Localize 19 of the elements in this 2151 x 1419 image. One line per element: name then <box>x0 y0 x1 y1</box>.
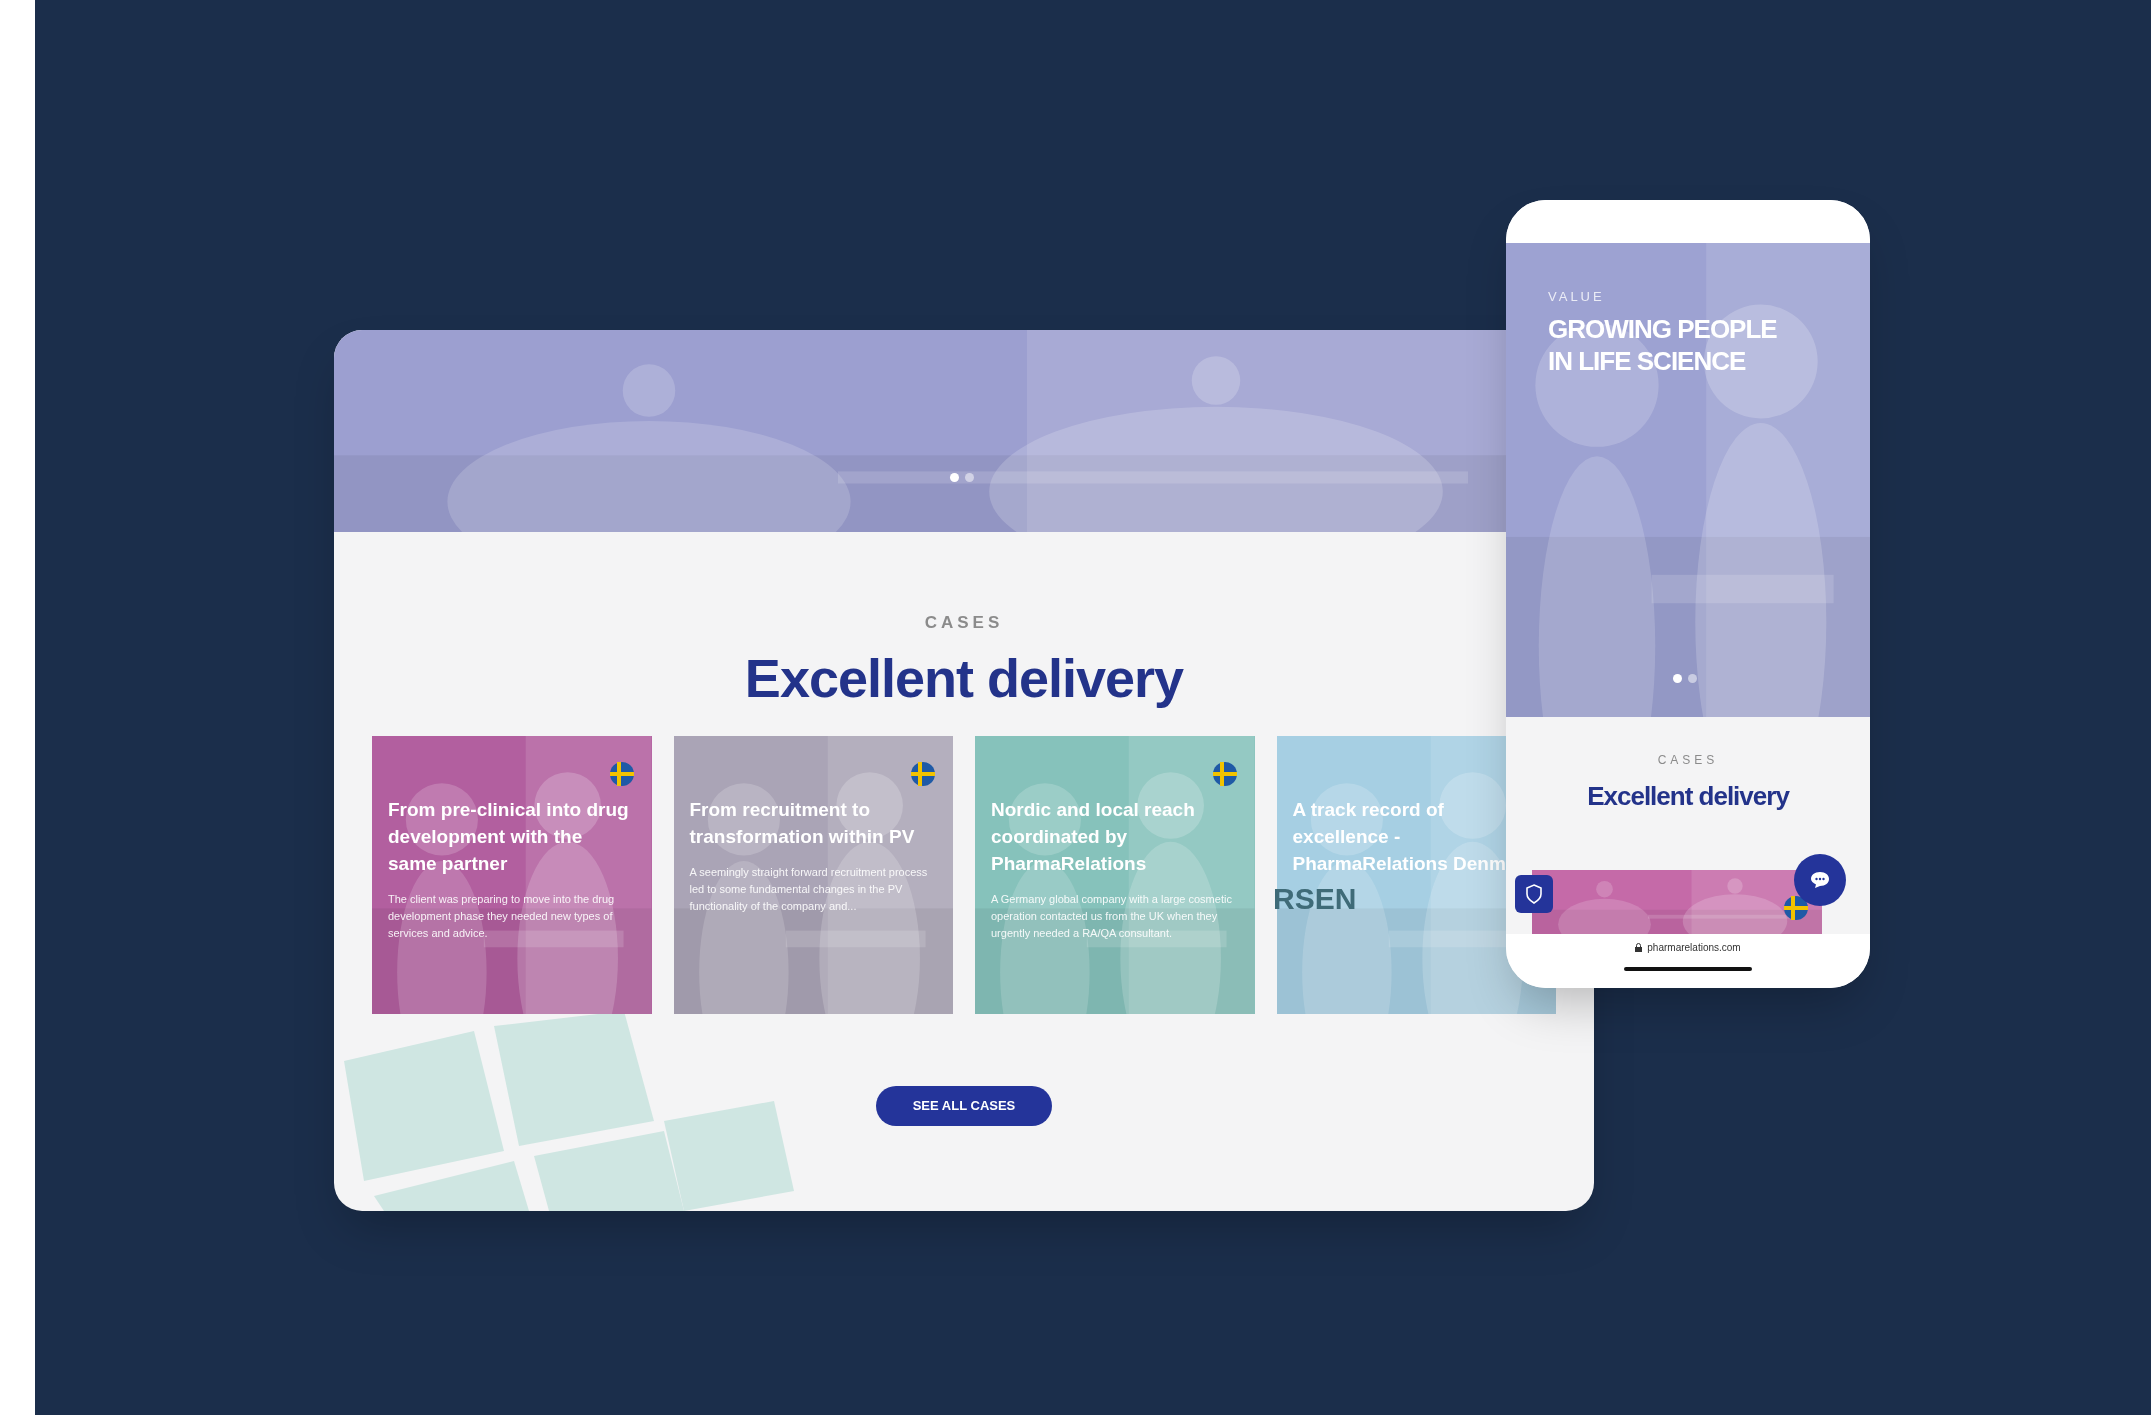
case-description: A Germany global company with a large cosmetic operation contacted us from the UK when they urgently needed a RA/QA consultant. <box>991 891 1233 941</box>
section-eyebrow: CASES <box>1657 752 1719 769</box>
lock-icon <box>1635 943 1643 952</box>
chat-icon <box>1809 870 1831 890</box>
see-all-cases-button[interactable]: SEE ALL CASES <box>876 1085 1052 1126</box>
case-title: From recruitment to transformation within PV <box>689 797 916 849</box>
url-text: pharmarelations.com <box>1647 941 1741 955</box>
flag-icon <box>1784 896 1808 920</box>
case-description: The client was preparing to move into the drug development phase they needed new types of services and advice. <box>388 891 616 941</box>
section-title: Excellent delivery <box>1587 780 1789 813</box>
case-card[interactable]: Nordic and local reach coordinated by PharmaRelations A Germany global company with a large cosmetic operation contacted us from the UK when they urgently needed a RA/QA consultant. <box>975 735 1255 1014</box>
case-description: A seemingly straight forward recruitment process led to some fundamental changes in the PV functionality of the company and... <box>689 864 929 914</box>
case-title: From pre-clinical into drug development with the same partner <box>388 797 630 876</box>
section-title: Excellent delivery <box>744 646 1184 710</box>
case-card[interactable]: From pre-clinical into drug development with the same partner The client was preparing to move into the drug development phase they needed new types of services and advice. <box>372 735 652 1014</box>
case-title: Nordic and local reach coordinated by PharmaRelations <box>991 797 1196 876</box>
chat-button[interactable] <box>1794 854 1846 906</box>
case-card[interactable]: From recruitment to transformation within PV A seemingly straight forward recruitment process led to some fundamental changes in the PV functionality of the company and... <box>673 735 953 1014</box>
section-eyebrow: CASES <box>924 612 1004 634</box>
